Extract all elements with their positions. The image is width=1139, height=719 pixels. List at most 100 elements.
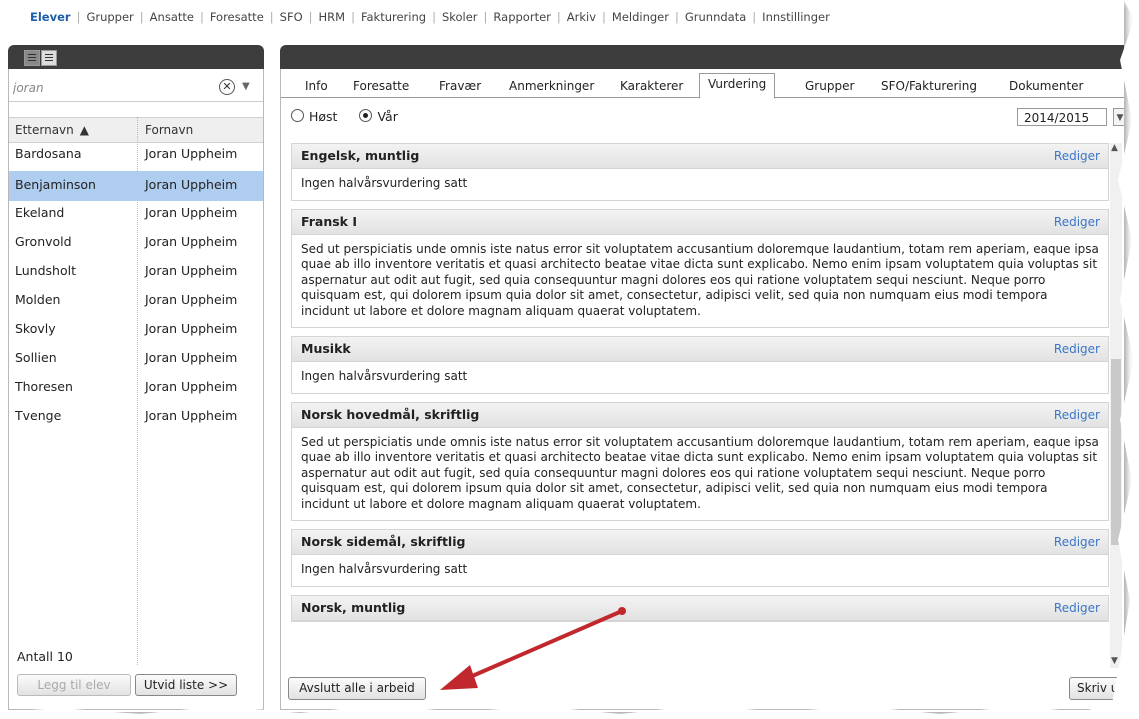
firstname-cell: Joran Uppheim	[145, 234, 238, 249]
edit-link[interactable]: Rediger	[1054, 408, 1100, 422]
student-row[interactable]: Molden Joran Uppheim	[9, 288, 263, 317]
radio-autumn[interactable]: Høst	[291, 109, 337, 124]
subject-title: Norsk sidemål, skriftlig	[301, 534, 466, 549]
student-row[interactable]: Lundsholt Joran Uppheim	[9, 259, 263, 288]
tile-view-icon[interactable]	[24, 50, 40, 66]
column-header-lastname[interactable]: Etternavn ▲	[15, 123, 89, 137]
section-header: Norsk hovedmål, skriftlig Rediger	[292, 402, 1108, 428]
lastname-cell: Lundsholt	[15, 263, 76, 278]
edit-link[interactable]: Rediger	[1054, 601, 1100, 615]
assessment-list: Engelsk, muntlig Rediger Ingen halvårsvurd…	[291, 143, 1109, 668]
assessment-section: Musikk Rediger Ingen halvårsvurdering satt	[291, 336, 1109, 394]
search-input[interactable]	[11, 78, 205, 98]
firstname-cell: Joran Uppheim	[145, 263, 238, 278]
edit-link[interactable]: Rediger	[1054, 215, 1100, 229]
nav-item-rapporter[interactable]: Rapporter	[493, 10, 550, 24]
column-header-firstname[interactable]: Fornavn	[145, 123, 193, 137]
student-rows: Bardosana Joran Uppheim Benjaminson Joran U…	[9, 142, 263, 433]
expand-list-button[interactable]: Utvid liste >>	[135, 674, 237, 696]
section-header: Engelsk, muntlig Rediger	[292, 144, 1108, 169]
tab-karakterer[interactable]: Karakterer	[620, 79, 683, 93]
assessment-text: Ingen halvårsvurdering satt	[301, 562, 468, 576]
radio-spring[interactable]: Vår	[359, 109, 398, 124]
student-row[interactable]: Skovly Joran Uppheim	[9, 317, 263, 346]
nav-item-grupper[interactable]: Grupper	[86, 10, 133, 24]
tab-vurdering[interactable]: Vurdering	[699, 73, 776, 99]
nav-item-elever[interactable]: Elever	[30, 10, 71, 24]
student-row[interactable]: Thoresen Joran Uppheim	[9, 375, 263, 404]
tab-bar: Info Foresatte Fravær Anmerkninger Karaktere…	[281, 73, 1124, 99]
firstname-cell: Joran Uppheim	[145, 292, 238, 307]
student-row[interactable]: Benjaminson Joran Uppheim	[9, 171, 263, 201]
assessment-section: Engelsk, muntlig Rediger Ingen halvårsvurd…	[291, 143, 1109, 201]
tab-anmerkninger[interactable]: Anmerkninger	[509, 79, 594, 93]
top-navigation: Elever | Grupper | Ansatte | Foresatte | SFO | HRM…	[0, 0, 1124, 33]
lastname-cell: Bardosana	[15, 146, 82, 161]
lastname-cell: Skovly	[15, 321, 56, 336]
lastname-cell: Gronvold	[15, 234, 72, 249]
firstname-cell: Joran Uppheim	[145, 146, 238, 161]
nav-separator: |	[199, 10, 204, 24]
nav-separator: |	[308, 10, 313, 24]
finish-all-button[interactable]: Avslutt alle i arbeid	[288, 677, 426, 700]
panel-body: Info Foresatte Fravær Anmerkninger Karaktere…	[280, 69, 1124, 710]
edit-link[interactable]: Rediger	[1054, 535, 1100, 549]
tab-grupper[interactable]: Grupper	[805, 79, 854, 93]
section-header: Fransk I Rediger	[292, 209, 1108, 235]
edit-link[interactable]: Rediger	[1054, 342, 1100, 356]
scroll-down-icon[interactable]: ▼	[1111, 656, 1118, 666]
student-row[interactable]: Bardosana Joran Uppheim	[9, 142, 263, 171]
subject-title: Norsk, muntlig	[301, 599, 406, 615]
nav-item-ansatte[interactable]: Ansatte	[150, 10, 194, 24]
app-window: Elever | Grupper | Ansatte | Foresatte | SFO | HRM…	[0, 0, 1124, 712]
panel-header	[280, 45, 1124, 69]
student-row[interactable]: Gronvold Joran Uppheim	[9, 230, 263, 259]
nav-item-skoler[interactable]: Skoler	[442, 10, 478, 24]
section-header: Norsk sidemål, skriftlig Rediger	[292, 530, 1108, 555]
nav-item-hrm[interactable]: HRM	[319, 10, 346, 24]
vertical-scrollbar[interactable]: ▲ ▼	[1110, 143, 1122, 668]
assessment-text: Ingen halvårsvurdering satt	[301, 176, 468, 190]
firstname-cell: Joran Uppheim	[145, 177, 238, 192]
nav-item-grunndata[interactable]: Grunndata	[685, 10, 746, 24]
scroll-up-icon[interactable]: ▲	[1111, 143, 1118, 153]
semester-selector: Høst Vår	[291, 109, 398, 124]
count-label: Antall 10	[17, 649, 73, 664]
nav-item-fakturering[interactable]: Fakturering	[361, 10, 426, 24]
nav-item-innstillinger[interactable]: Innstillinger	[762, 10, 830, 24]
assessment-section: Norsk hovedmål, skriftlig Rediger Sed ut p…	[291, 401, 1109, 521]
dropdown-arrow-icon[interactable]: ▼	[242, 81, 250, 92]
assessment-section: Norsk sidemål, skriftlig Rediger Ingen hal…	[291, 529, 1109, 587]
subject-title: Musikk	[301, 341, 351, 356]
clear-search-icon[interactable]: ✕	[219, 79, 235, 95]
nav-separator: |	[752, 10, 757, 24]
lastname-cell: Ekeland	[15, 205, 65, 220]
student-row[interactable]: Ekeland Joran Uppheim	[9, 201, 263, 230]
nav-item-sfo[interactable]: SFO	[280, 10, 303, 24]
add-student-button[interactable]: Legg til elev	[17, 674, 131, 696]
nav-item-foresatte[interactable]: Foresatte	[210, 10, 264, 24]
tab-info[interactable]: Info	[305, 79, 328, 93]
student-row[interactable]: Sollien Joran Uppheim	[9, 346, 263, 375]
nav-item-arkiv[interactable]: Arkiv	[567, 10, 596, 24]
search-box: ✕ ▼	[9, 75, 263, 102]
student-row[interactable]: Tvenge Joran Uppheim	[9, 404, 263, 433]
chevron-down-icon[interactable]: ▼	[1113, 108, 1124, 126]
section-header: Norsk, muntlig Rediger	[292, 595, 1108, 621]
edit-link[interactable]: Rediger	[1054, 149, 1100, 163]
print-button[interactable]: Skriv ut	[1069, 677, 1124, 700]
assessment-text: Ingen halvårsvurdering satt	[301, 369, 468, 383]
subject-title: Engelsk, muntlig	[301, 148, 420, 163]
nav-item-meldinger[interactable]: Meldinger	[612, 10, 669, 24]
list-view-icon[interactable]	[41, 50, 57, 66]
sort-ascending-icon: ▲	[79, 123, 89, 137]
scrollbar-thumb[interactable]	[1111, 359, 1121, 545]
nav-separator: |	[602, 10, 606, 24]
subject-title: Norsk hovedmål, skriftlig	[301, 406, 480, 422]
tab-sfo-fakturering[interactable]: SFO/Fakturering	[881, 79, 977, 93]
assessment-section: Fransk I Rediger Sed ut perspiciatis unde …	[291, 208, 1109, 328]
tab-dokumenter[interactable]: Dokumenter	[1009, 79, 1083, 93]
tab-fravær[interactable]: Fravær	[439, 79, 481, 93]
tab-foresatte[interactable]: Foresatte	[353, 79, 409, 93]
year-select[interactable]: 2014/2015	[1017, 108, 1107, 126]
